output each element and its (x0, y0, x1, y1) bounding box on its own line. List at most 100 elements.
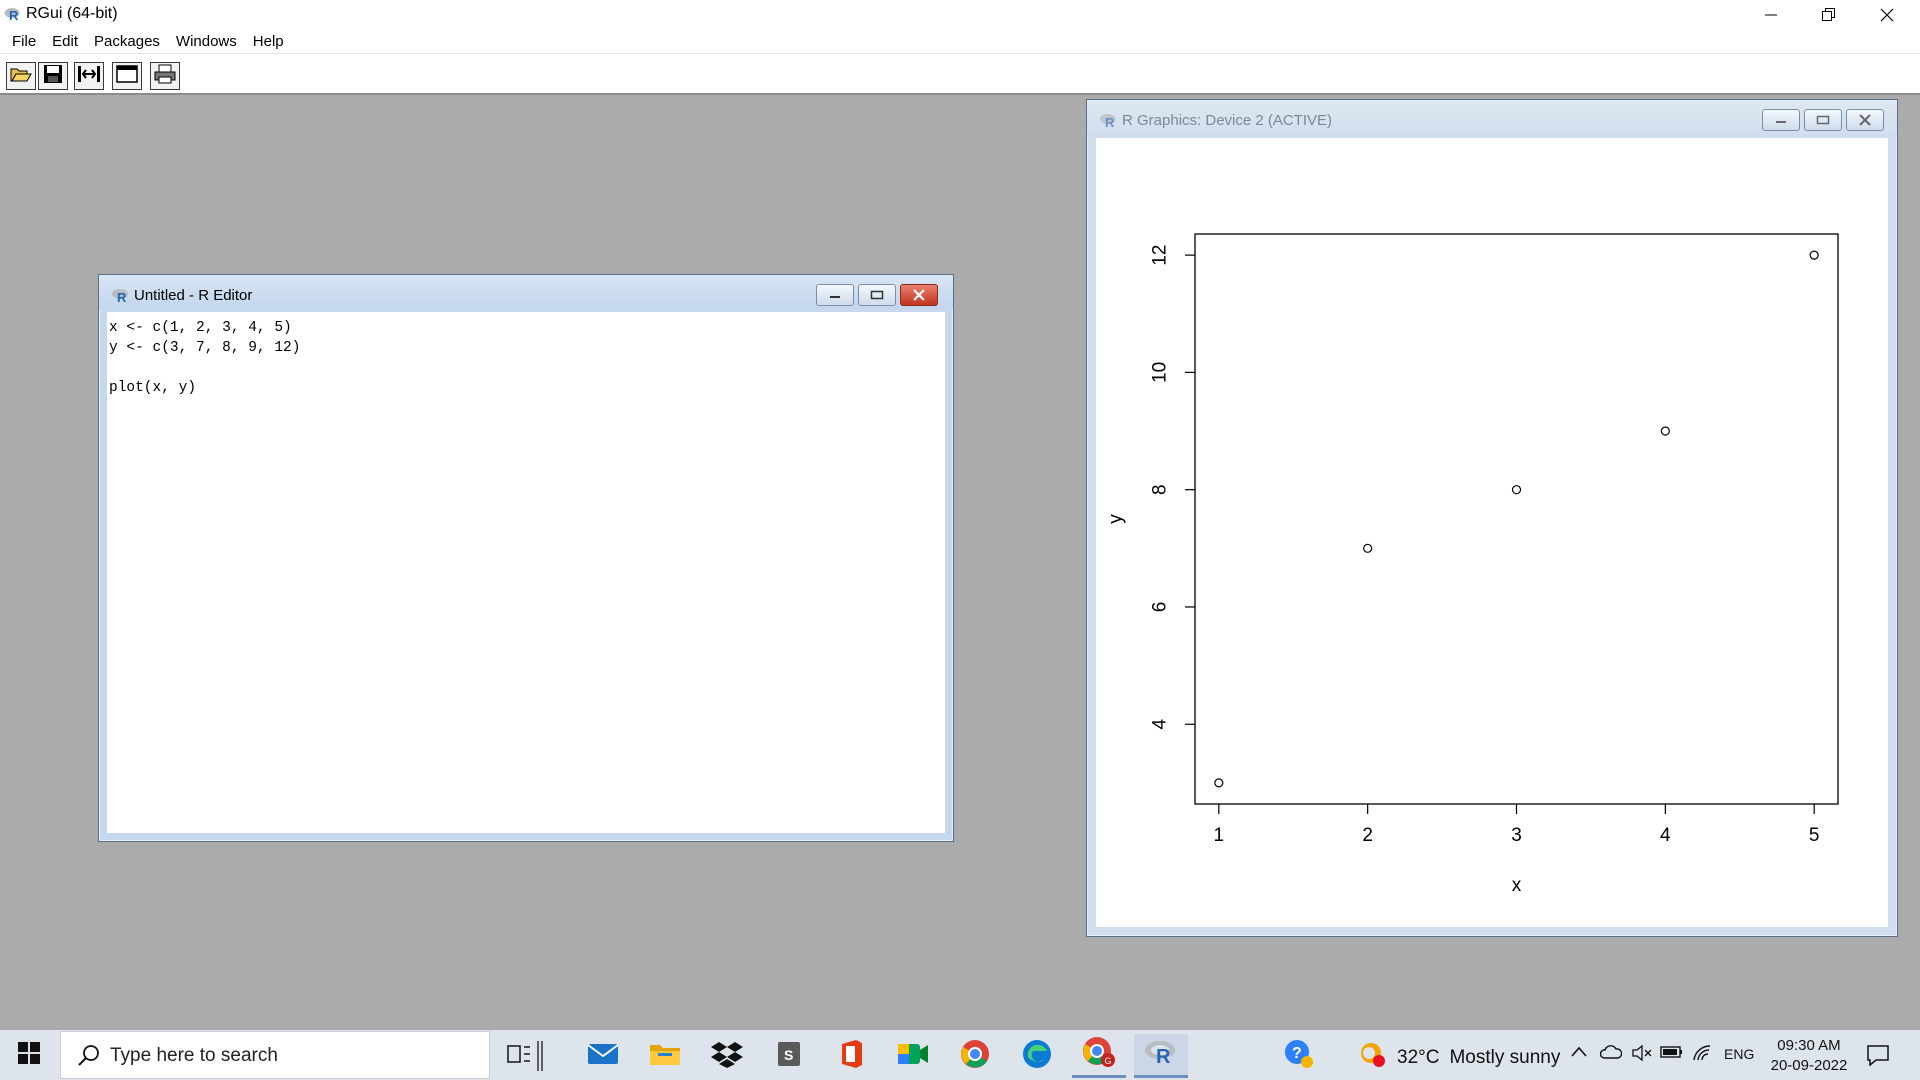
graphics-minimize-button[interactable] (1762, 109, 1800, 131)
data-point (1214, 778, 1224, 788)
r-app-icon: R (1144, 1039, 1178, 1070)
x-axis-label: x (1512, 875, 1522, 896)
code-line[interactable]: x <- c(1, 2, 3, 4, 5) (109, 318, 943, 338)
editor-close-button[interactable] (900, 284, 938, 306)
taskbar-mail[interactable] (576, 1034, 630, 1078)
taskbar-chrome[interactable] (948, 1034, 1002, 1078)
toolbar (0, 53, 1920, 95)
help-icon: ? (1284, 1039, 1314, 1074)
chevron-up-icon[interactable] (1570, 1044, 1588, 1065)
onedrive-cloud-icon[interactable] (1599, 1044, 1623, 1065)
y-tick-label: 6 (1150, 602, 1171, 613)
y-tick-label: 8 (1150, 484, 1171, 495)
r-logo-icon: R (111, 287, 131, 308)
language-indicator[interactable]: ENG (1724, 1046, 1754, 1062)
search-placeholder: Type here to search (110, 1045, 278, 1066)
svg-text:?: ? (1292, 1045, 1302, 1062)
y-axis-label: y (1106, 514, 1127, 524)
editor-minimize-button[interactable] (816, 284, 854, 306)
r-graphics-title-bar[interactable]: R R Graphics: Device 2 (ACTIVE) (1087, 100, 1897, 134)
graphics-maximize-button[interactable] (1804, 109, 1842, 131)
svg-text:R: R (1156, 1046, 1171, 1065)
code-line[interactable] (109, 358, 943, 378)
load-workspace-button[interactable] (74, 62, 104, 90)
folder-icon (649, 1041, 681, 1072)
taskbar-rgui[interactable]: R (1134, 1034, 1188, 1078)
mail-icon (587, 1042, 619, 1071)
x-tick-label: 4 (1660, 825, 1671, 846)
chrome-icon (960, 1039, 990, 1074)
sun-cloud-icon (1357, 1041, 1387, 1075)
editor-maximize-button[interactable] (858, 284, 896, 306)
taskbar-chrome-profile[interactable]: G (1072, 1034, 1126, 1078)
taskbar-meet[interactable] (886, 1034, 940, 1078)
x-tick-label: 1 (1214, 825, 1225, 846)
r-editor-title-bar[interactable]: R Untitled - R Editor (99, 275, 953, 309)
windows-logo-icon (18, 1041, 40, 1069)
taskbar-help[interactable]: ? (1272, 1034, 1326, 1078)
x-tick-label: 3 (1511, 825, 1522, 846)
speaker-muted-icon[interactable] (1632, 1044, 1654, 1067)
data-point (1809, 250, 1819, 260)
console-button[interactable] (112, 62, 142, 90)
weather-widget[interactable]: 32°C Mostly sunny (1357, 1041, 1560, 1075)
svg-text:R: R (9, 8, 19, 22)
video-meet-icon (897, 1041, 929, 1072)
plot-area: 1 2 3 4 5 4 6 8 10 12 x y (1096, 138, 1888, 927)
weather-temp: 32°C (1397, 1047, 1440, 1068)
wifi-icon[interactable] (1692, 1044, 1714, 1067)
code-editor-area[interactable]: x <- c(1, 2, 3, 4, 5) y <- c(3, 7, 8, 9,… (107, 312, 945, 833)
menu-help[interactable]: Help (245, 33, 292, 50)
open-script-button[interactable] (6, 62, 36, 90)
print-icon (154, 64, 176, 89)
clock-date: 20-09-2022 (1770, 1057, 1848, 1074)
plot-frame (1194, 233, 1839, 805)
menu-packages[interactable]: Packages (86, 33, 168, 50)
r-graphics-window[interactable]: R R Graphics: Device 2 (ACTIVE) 1 2 3 4 5 4 6 8… (1086, 99, 1898, 937)
battery-icon[interactable] (1660, 1044, 1684, 1065)
restore-button[interactable] (1800, 0, 1858, 29)
taskbar-app-s[interactable]: S (762, 1034, 816, 1078)
weather-condition: Mostly sunny (1449, 1047, 1561, 1068)
taskbar-dropbox[interactable] (700, 1034, 754, 1078)
edge-icon (1022, 1039, 1052, 1074)
taskbar-search-box[interactable]: Type here to search (60, 1031, 490, 1079)
x-tick-label: 5 (1809, 825, 1820, 846)
taskbar-separator (530, 1034, 550, 1078)
menu-file[interactable]: File (4, 33, 44, 50)
graphics-close-button[interactable] (1846, 109, 1884, 131)
svg-text:R: R (117, 290, 127, 303)
r-logo-icon: R (1099, 112, 1119, 133)
svg-text:R: R (1105, 115, 1115, 128)
y-tick-label: 10 (1150, 362, 1171, 383)
start-button[interactable] (0, 1030, 58, 1080)
menu-edit[interactable]: Edit (44, 33, 86, 50)
taskbar-office[interactable] (824, 1034, 878, 1078)
data-point (1363, 543, 1373, 553)
close-button[interactable] (1858, 0, 1916, 29)
search-icon (77, 1044, 101, 1073)
app-title-bar: R RGui (64-bit) (0, 0, 1920, 29)
app-s-icon: S (777, 1041, 801, 1072)
menu-windows[interactable]: Windows (168, 33, 245, 50)
minimize-button[interactable] (1742, 0, 1800, 29)
clock[interactable]: 09:30 AM 20-09-2022 (1764, 1036, 1854, 1076)
load-workspace-icon (77, 64, 101, 89)
code-line[interactable]: plot(x, y) (109, 378, 943, 398)
x-tick-label: 2 (1362, 825, 1373, 846)
taskbar-edge[interactable] (1010, 1034, 1064, 1078)
menu-bar: File Edit Packages Windows Help (0, 29, 1920, 53)
taskbar-file-explorer[interactable] (638, 1034, 692, 1078)
code-line[interactable]: y <- c(3, 7, 8, 9, 12) (109, 338, 943, 358)
svg-text:G: G (1105, 1056, 1112, 1066)
y-tick-label: 4 (1150, 719, 1171, 730)
r-editor-window[interactable]: R Untitled - R Editor x <- c(1, 2, 3, 4,… (98, 274, 954, 842)
save-icon (43, 64, 63, 89)
dropbox-icon (711, 1040, 743, 1073)
print-button[interactable] (150, 62, 180, 90)
notification-icon[interactable] (1866, 1044, 1890, 1071)
r-graphics-title: R Graphics: Device 2 (ACTIVE) (1122, 112, 1333, 129)
data-point (1660, 426, 1670, 436)
save-button[interactable] (38, 62, 68, 90)
clock-time: 09:30 AM (1777, 1037, 1841, 1054)
